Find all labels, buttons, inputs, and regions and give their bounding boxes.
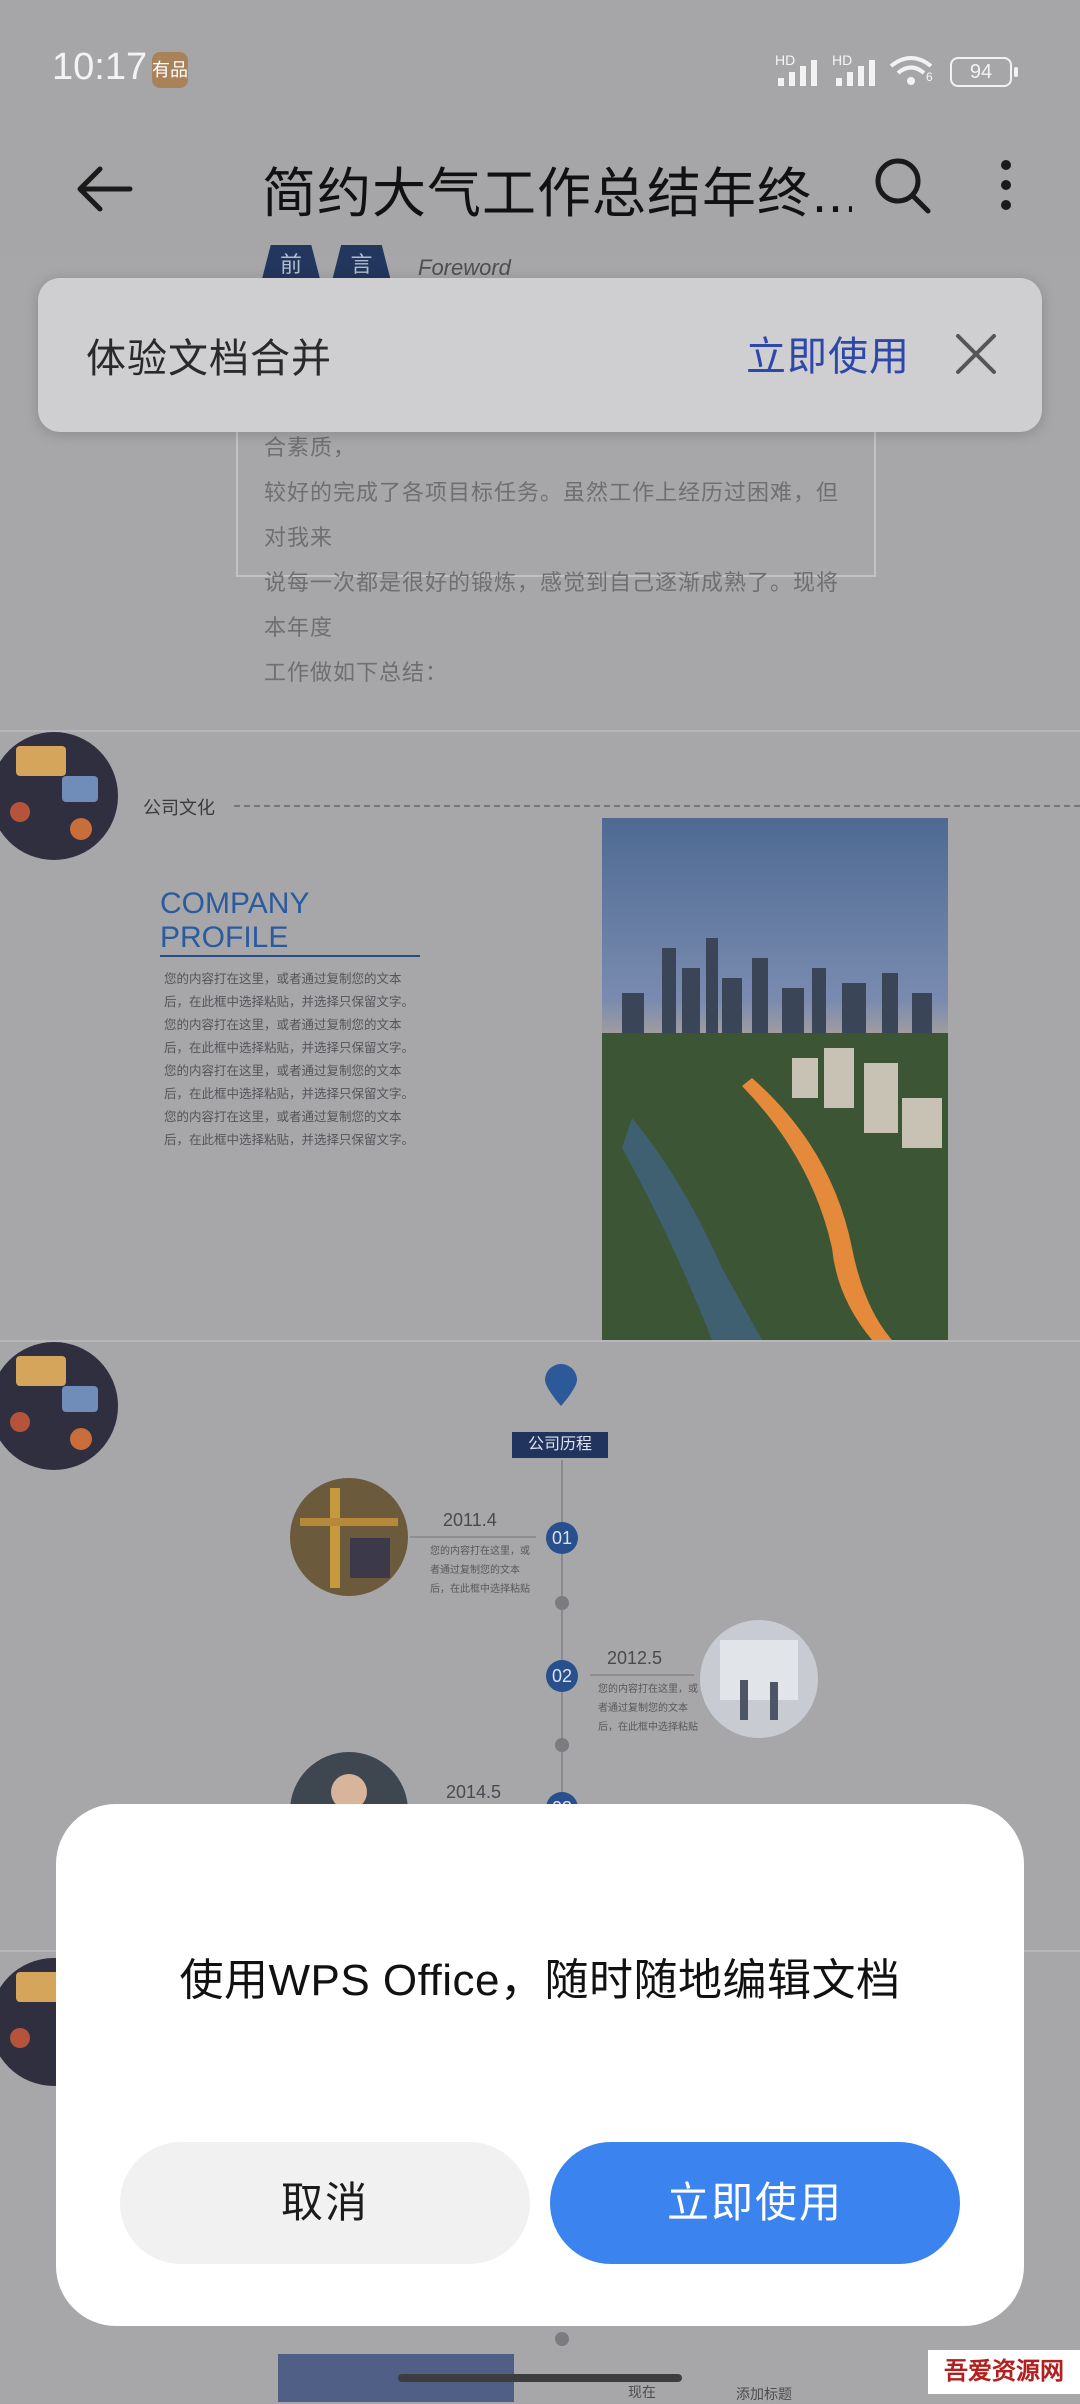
timeline-dot: [555, 1596, 569, 1610]
timeline-title: 公司历程: [512, 1432, 608, 1458]
milestone-connector: [590, 1674, 694, 1676]
merge-try-button[interactable]: 立即使用: [746, 324, 910, 382]
milestone-year-1: 2011.4: [443, 1510, 497, 1530]
foreword-tags: 前 言: [262, 245, 398, 279]
merge-banner-text: 体验文档合并: [86, 337, 332, 381]
location-pin-icon: [545, 1364, 577, 1406]
page4-fragment-1: 现在: [628, 2384, 656, 2400]
paragraph-line: 说每一次都是很好的锻炼，感觉到自己逐渐成熟了。现将本年度: [264, 570, 840, 640]
status-time: 10:17: [52, 46, 148, 88]
app-badge: 有品: [152, 52, 188, 88]
milestone-desc-2: 您的内容打在这里，或者通过复制您的文本后，在此框中选择粘贴: [598, 1684, 698, 1733]
watermark: 吾爱资源网: [928, 2350, 1080, 2394]
milestone-year-2: 2012.5: [607, 1648, 663, 1668]
timeline-dot: [555, 2332, 569, 2346]
section-label: 公司文化: [143, 798, 215, 818]
home-indicator[interactable]: [398, 2374, 682, 2382]
milestone-desc-1: 您的内容打在这里，或者通过复制您的文本后，在此框中选择粘贴: [430, 1546, 530, 1595]
milestone-number-1: 01: [546, 1522, 578, 1554]
company-heading: COMPANY PROFILE: [160, 887, 420, 957]
section-divider: [234, 805, 1080, 807]
milestone-photo-2: [700, 1620, 818, 1738]
foreword-tag-1: 前: [262, 245, 320, 279]
page4-fragment-2: 添加标题: [736, 2386, 792, 2402]
paragraph-line: 较好的完成了各项目标任务。虽然工作上经历过困难，但对我来: [264, 480, 840, 550]
city-photo: [602, 818, 948, 1340]
timeline-dot: [555, 1738, 569, 1752]
company-heading-line1: COMPANY: [160, 887, 310, 920]
battery-indicator: 94: [950, 57, 1018, 87]
desk-illustration: [0, 732, 118, 860]
signal-icon: [778, 60, 817, 86]
paragraph-line: 工作做如下总结：: [264, 660, 449, 685]
milestone-year-3: 2014.5: [446, 1782, 502, 1802]
signal-icon-2: [836, 60, 875, 86]
wifi-label: 6: [926, 70, 933, 84]
more-vertical-icon[interactable]: [992, 153, 1020, 217]
milestone-number-2: 02: [546, 1660, 578, 1692]
dialog-message: 使用WPS Office，随时随地编辑文档: [179, 1956, 901, 2005]
wps-prompt-dialog: 使用WPS Office，随时随地编辑文档 取消 立即使用: [56, 1804, 1024, 2326]
merge-banner: 体验文档合并 立即使用: [38, 278, 1042, 432]
cancel-button[interactable]: 取消: [120, 2142, 530, 2264]
status-bar: 10:17 有品 HD HD 6 94: [0, 0, 1080, 135]
desk-illustration: [0, 1342, 118, 1470]
company-heading-line2: PROFILE: [160, 921, 420, 957]
foreword-tag-2: 言: [332, 245, 391, 279]
search-icon[interactable]: [872, 155, 932, 215]
close-icon[interactable]: [954, 332, 998, 376]
back-arrow-icon[interactable]: [72, 157, 136, 221]
milestone-photo-1: [290, 1478, 408, 1596]
milestone-connector: [410, 1536, 536, 1538]
use-now-button[interactable]: 立即使用: [550, 2142, 960, 2264]
document-title: 简约大气工作总结年终...: [262, 164, 852, 224]
document-page-2[interactable]: 公司文化 COMPANY PROFILE 您的内容打在这里，或者通过复制您的文本…: [0, 730, 1080, 1342]
document-toolbar: 简约大气工作总结年终...: [0, 135, 1080, 255]
company-body-text: 您的内容打在这里，或者通过复制您的文本后，在此框中选择粘贴，并选择只保留文字。您…: [164, 972, 415, 1147]
